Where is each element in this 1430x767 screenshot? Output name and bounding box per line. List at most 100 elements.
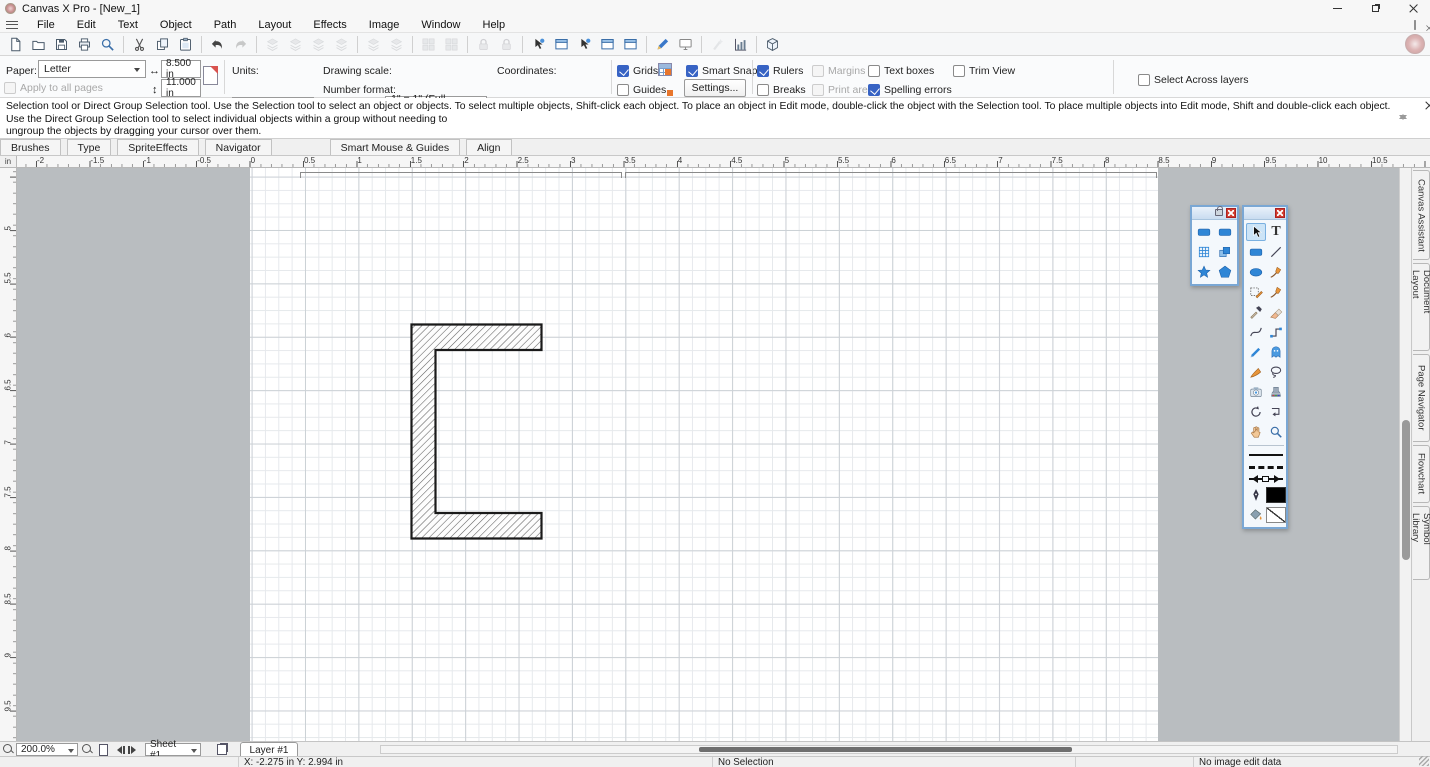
vertical-ruler[interactable]: 55.566.577.588.599.5 <box>0 168 17 741</box>
ungroup-button[interactable] <box>284 35 307 54</box>
checkbox-box[interactable] <box>617 84 629 96</box>
rounded-rectangle-tool[interactable] <box>1194 223 1214 241</box>
vertical-scrollbar-thumb[interactable] <box>1402 420 1410 560</box>
tab-navigator[interactable]: Navigator <box>205 139 272 155</box>
spelling-errors-checkbox[interactable]: Spelling errors <box>868 81 952 98</box>
fill-black-swatch[interactable] <box>1266 486 1286 504</box>
undo-button[interactable] <box>206 35 229 54</box>
open-file-button[interactable] <box>27 35 50 54</box>
previous-sheet-button[interactable] <box>113 742 125 757</box>
edit-mode-button[interactable] <box>651 35 674 54</box>
menu-object[interactable]: Object <box>149 19 203 31</box>
checkbox-box[interactable] <box>1138 74 1150 86</box>
horizontal-ruler[interactable]: -2-1.5-1-0.500.511.522.533.544.555.566.5… <box>0 156 1430 168</box>
multi-copy-tool[interactable] <box>1215 243 1235 261</box>
solid-stroke-swatch[interactable] <box>1249 450 1283 460</box>
chart-button[interactable] <box>729 35 752 54</box>
presentation-button[interactable] <box>674 35 697 54</box>
panel-tab-symbol-library[interactable]: Symbol Library <box>1413 506 1430 580</box>
menu-edit[interactable]: Edit <box>66 19 107 31</box>
tools-palette-titlebar[interactable] <box>1244 207 1286 220</box>
menu-text[interactable]: Text <box>107 19 149 31</box>
tab-spriteeffects[interactable]: SpriteEffects <box>117 139 198 155</box>
extrude-3d-button[interactable] <box>761 35 784 54</box>
checkbox-box[interactable] <box>953 65 965 77</box>
doc-restore-button[interactable] <box>1414 21 1415 29</box>
zoom-out-button[interactable] <box>3 742 14 757</box>
sheet-select[interactable]: Sheet #1 <box>145 743 201 756</box>
menu-image[interactable]: Image <box>358 19 411 31</box>
panel-tab-document-layout[interactable]: Document Layout <box>1413 263 1430 351</box>
send-backward-button[interactable] <box>307 35 330 54</box>
text-boxes-checkbox[interactable]: Text boxes <box>868 62 934 79</box>
save-button[interactable] <box>50 35 73 54</box>
paper-height-input[interactable]: 11.000 in <box>161 79 201 97</box>
tab-smart-mouse-guides[interactable]: Smart Mouse & Guides <box>330 139 461 155</box>
shapes-palette-close-icon[interactable] <box>1226 208 1236 218</box>
menu-window[interactable]: Window <box>410 19 471 31</box>
ink-pen-tool[interactable] <box>1246 486 1266 504</box>
checkbox-box[interactable] <box>4 82 16 94</box>
panel-tab-canvas-assistant[interactable]: Canvas Assistant <box>1413 170 1430 260</box>
canvas-area[interactable]: T <box>17 168 1399 741</box>
sprite-tool[interactable] <box>1266 383 1286 401</box>
ghost-tool[interactable] <box>1266 343 1286 361</box>
c-channel-object[interactable] <box>410 323 543 540</box>
zoom-level-select[interactable]: 200.0% <box>16 743 78 756</box>
selection-brush-tool[interactable] <box>1246 283 1266 301</box>
layer-tab[interactable]: Layer #1 <box>240 742 298 757</box>
push-path-tool[interactable] <box>1266 403 1286 421</box>
marker-tool[interactable] <box>1246 343 1266 361</box>
checkbox-box[interactable] <box>757 84 769 96</box>
grids-checkbox[interactable]: Grids <box>617 62 658 79</box>
document-page[interactable] <box>250 168 1158 741</box>
duplicate-sheet-button[interactable] <box>217 742 227 757</box>
paper-select[interactable]: Letter <box>38 60 146 78</box>
cascade-button[interactable] <box>440 35 463 54</box>
menu-effects[interactable]: Effects <box>302 19 357 31</box>
line-tool[interactable] <box>1266 243 1286 261</box>
lock-button[interactable] <box>472 35 495 54</box>
hamburger-icon[interactable] <box>6 21 18 29</box>
breaks-checkbox[interactable]: Breaks <box>757 81 806 98</box>
checkbox-box[interactable] <box>812 84 824 96</box>
rotate-tool[interactable] <box>1246 403 1266 421</box>
arrowhead-stroke-swatch[interactable] <box>1249 474 1283 484</box>
panel-tab-page-navigator[interactable]: Page Navigator <box>1413 354 1430 442</box>
text-tool[interactable]: T <box>1266 223 1286 241</box>
copy-button[interactable] <box>151 35 174 54</box>
menu-layout[interactable]: Layout <box>247 19 302 31</box>
vertical-scrollbar[interactable] <box>1399 168 1411 741</box>
tab-align[interactable]: Align <box>466 139 511 155</box>
effects-button[interactable] <box>706 35 729 54</box>
checkbox-box[interactable] <box>812 65 824 77</box>
checkbox-box[interactable] <box>686 65 698 77</box>
maximize-button[interactable] <box>1358 0 1392 17</box>
grid-tool[interactable] <box>1194 243 1214 261</box>
eyedropper-tool[interactable] <box>1246 303 1266 321</box>
stroke-diagonal-swatch[interactable] <box>1266 506 1286 524</box>
small-brush-tool[interactable] <box>1266 283 1286 301</box>
ellipse-tool[interactable] <box>1246 263 1266 281</box>
tab-brushes[interactable]: Brushes <box>0 139 61 155</box>
paper-orientation-icon[interactable] <box>203 67 218 84</box>
bring-forward-button[interactable] <box>330 35 353 54</box>
margins-checkbox[interactable]: Margins <box>812 62 865 79</box>
horizontal-scrollbar[interactable] <box>380 745 1398 754</box>
minimize-button[interactable] <box>1320 0 1354 17</box>
tile-button[interactable] <box>417 35 440 54</box>
new-sheet-button[interactable] <box>99 742 108 757</box>
guides-settings-icon[interactable] <box>658 80 672 97</box>
paintbrush-tool[interactable] <box>1266 263 1286 281</box>
send-to-back-button[interactable] <box>362 35 385 54</box>
new-view-button[interactable] <box>550 35 573 54</box>
shapes-palette-titlebar[interactable] <box>1192 207 1237 220</box>
group-button[interactable] <box>261 35 284 54</box>
close-button[interactable] <box>1396 0 1430 17</box>
hand-tool[interactable] <box>1246 423 1266 441</box>
unlock-button[interactable] <box>495 35 518 54</box>
menu-help[interactable]: Help <box>472 19 517 31</box>
rulers-checkbox[interactable]: Rulers <box>757 62 803 79</box>
apply-all-pages-checkbox[interactable]: Apply to all pages <box>4 79 103 96</box>
print-preview-button[interactable] <box>96 35 119 54</box>
